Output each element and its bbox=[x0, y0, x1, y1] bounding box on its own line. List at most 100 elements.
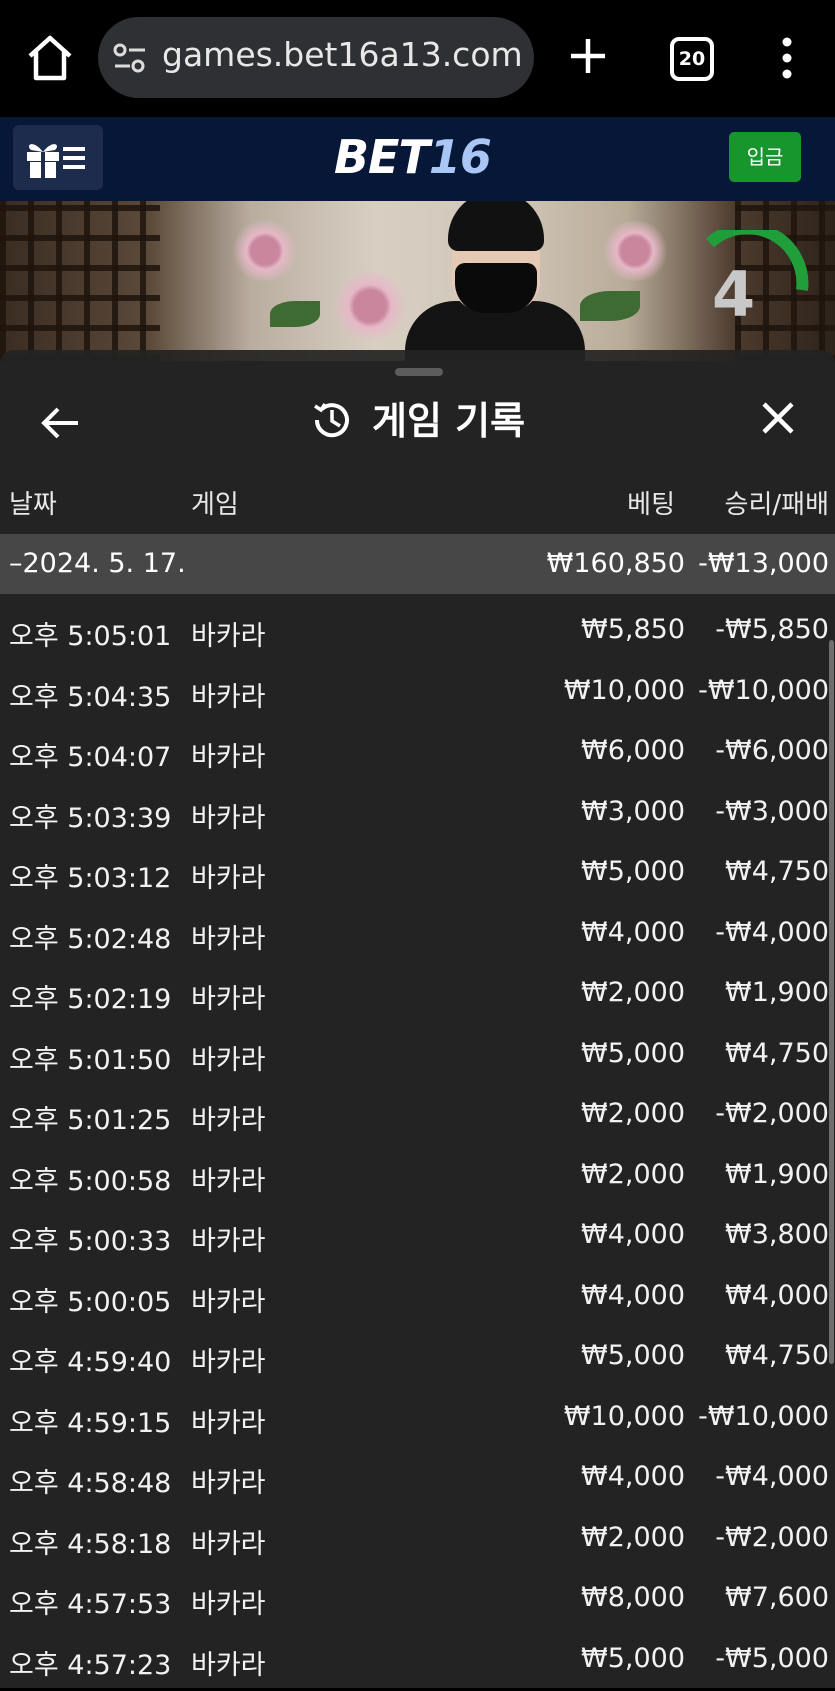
history-row[interactable]: 오후 5:04:35바카라₩10,000-₩10,000 bbox=[0, 663, 835, 724]
deposit-button[interactable]: 입금 bbox=[729, 132, 801, 182]
row-result: ₩1,900 bbox=[725, 1159, 829, 1190]
painted-leaf bbox=[580, 291, 640, 321]
day-summary-row[interactable]: –2024. 5. 17. ₩160,850 -₩13,000 bbox=[0, 534, 835, 594]
row-time: 오후 4:58:18 bbox=[9, 1522, 171, 1561]
row-game: 바카라 bbox=[191, 675, 266, 714]
row-game: 바카라 bbox=[191, 796, 266, 835]
drag-handle[interactable] bbox=[395, 368, 443, 376]
dealer-hair bbox=[448, 201, 544, 251]
row-time: 오후 4:58:48 bbox=[9, 1461, 171, 1500]
row-game: 바카라 bbox=[191, 1522, 266, 1561]
history-row[interactable]: 오후 4:59:40바카라₩5,000₩4,750 bbox=[0, 1328, 835, 1389]
row-result: ₩4,750 bbox=[725, 1038, 829, 1069]
gift-icon bbox=[27, 144, 59, 178]
column-header-bet: 베팅 bbox=[627, 484, 675, 521]
column-header-result: 승리/패배 bbox=[725, 484, 829, 521]
painted-flower bbox=[230, 221, 300, 281]
row-time: 오후 4:57:53 bbox=[9, 1582, 171, 1621]
row-bet: ₩5,000 bbox=[581, 1340, 685, 1371]
row-result: -₩10,000 bbox=[698, 675, 829, 706]
row-bet: ₩4,000 bbox=[581, 1461, 685, 1492]
row-game: 바카라 bbox=[191, 917, 266, 956]
column-header-date: 날짜 bbox=[9, 484, 57, 521]
history-row[interactable]: 오후 5:03:39바카라₩3,000-₩3,000 bbox=[0, 784, 835, 845]
row-time: 오후 5:03:12 bbox=[9, 856, 171, 895]
history-row[interactable]: 오후 5:01:25바카라₩2,000-₩2,000 bbox=[0, 1086, 835, 1147]
gift-menu-button[interactable] bbox=[13, 125, 103, 190]
history-row[interactable]: 오후 5:04:07바카라₩6,000-₩6,000 bbox=[0, 723, 835, 784]
row-time: 오후 5:00:58 bbox=[9, 1159, 171, 1198]
row-time: 오후 5:00:33 bbox=[9, 1219, 171, 1258]
browser-toolbar: games.bet16a13.com/l 20 bbox=[0, 0, 835, 117]
row-bet: ₩4,000 bbox=[581, 917, 685, 948]
site-header: BET16 입금 bbox=[0, 117, 835, 201]
row-bet: ₩2,000 bbox=[581, 1098, 685, 1129]
more-options-icon[interactable] bbox=[772, 36, 802, 80]
row-bet: ₩3,000 bbox=[581, 796, 685, 827]
history-row[interactable]: 오후 5:00:58 바카라 ₩2,000 ₩1,900 bbox=[0, 1147, 835, 1208]
row-time: 오후 4:57:23 bbox=[9, 1643, 171, 1682]
row-result: ₩7,600 bbox=[725, 1582, 829, 1613]
painted-leaf bbox=[270, 301, 320, 327]
row-time: 오후 5:04:07 bbox=[9, 735, 171, 774]
row-bet: ₩2,000 bbox=[581, 1159, 685, 1190]
row-game: 바카라 bbox=[191, 1038, 266, 1077]
tab-switcher-button[interactable]: 20 bbox=[670, 37, 714, 81]
new-tab-icon[interactable] bbox=[562, 30, 614, 82]
history-row[interactable]: 오후 5:00:05바카라₩4,000₩4,000 bbox=[0, 1268, 835, 1329]
panel-title: 게임 기록 bbox=[372, 390, 525, 445]
history-row[interactable]: 오후 4:58:18바카라₩2,000-₩2,000 bbox=[0, 1510, 835, 1571]
row-game: 바카라 bbox=[191, 977, 266, 1016]
row-bet: ₩10,000 bbox=[564, 675, 685, 706]
row-result: -₩5,000 bbox=[715, 1643, 829, 1674]
day-date: –2024. 5. 17. bbox=[9, 548, 186, 579]
home-icon[interactable] bbox=[22, 30, 78, 86]
history-row[interactable]: 오후 4:58:48바카라₩4,000-₩4,000 bbox=[0, 1449, 835, 1510]
day-total-result: -₩13,000 bbox=[698, 548, 829, 579]
back-arrow-icon[interactable] bbox=[36, 398, 86, 448]
row-game: 바카라 bbox=[191, 1643, 266, 1682]
row-result: -₩5,850 bbox=[715, 614, 829, 645]
row-game: 바카라 bbox=[191, 856, 266, 895]
row-result: -₩3,000 bbox=[715, 796, 829, 827]
scrollbar[interactable] bbox=[829, 640, 834, 1364]
row-time: 오후 5:01:25 bbox=[9, 1098, 171, 1137]
row-result: -₩4,000 bbox=[715, 917, 829, 948]
history-row[interactable]: 오후 5:01:50 바카라 ₩5,000 ₩4,750 bbox=[0, 1026, 835, 1087]
row-time: 오후 4:59:15 bbox=[9, 1401, 171, 1440]
history-row[interactable]: 오후 5:00:33바카라₩4,000₩3,800 bbox=[0, 1207, 835, 1268]
row-bet: ₩4,000 bbox=[581, 1219, 685, 1250]
painted-flower bbox=[330, 271, 410, 341]
history-list: 오후 5:05:01바카라₩5,850-₩5,850오후 5:04:35바카라₩… bbox=[0, 602, 835, 1691]
row-bet: ₩10,000 bbox=[564, 1401, 685, 1432]
row-game: 바카라 bbox=[191, 735, 266, 774]
history-row[interactable]: 오후 5:05:01바카라₩5,850-₩5,850 bbox=[0, 602, 835, 663]
history-row[interactable]: 오후 4:57:23바카라₩5,000-₩5,000 bbox=[0, 1631, 835, 1691]
close-icon[interactable] bbox=[756, 396, 800, 440]
history-icon bbox=[310, 398, 354, 442]
site-logo[interactable]: BET16 bbox=[334, 130, 491, 184]
row-bet: ₩5,000 bbox=[581, 1038, 685, 1069]
row-time: 오후 5:01:50 bbox=[9, 1038, 171, 1077]
row-result: ₩4,750 bbox=[725, 856, 829, 887]
row-game: 바카라 bbox=[191, 1098, 266, 1137]
row-time: 오후 5:05:01 bbox=[9, 614, 171, 653]
address-bar[interactable]: games.bet16a13.com/l bbox=[98, 17, 534, 98]
history-row[interactable]: 오후 5:02:19바카라₩2,000₩1,900 bbox=[0, 965, 835, 1026]
row-game: 바카라 bbox=[191, 1159, 266, 1198]
history-row[interactable]: 오후 4:57:53바카라₩8,000₩7,600 bbox=[0, 1570, 835, 1631]
row-result: ₩1,900 bbox=[725, 977, 829, 1008]
dealer-mask bbox=[455, 263, 537, 313]
betting-timer-count: 4 bbox=[712, 258, 755, 331]
row-result: -₩4,000 bbox=[715, 1461, 829, 1492]
history-row[interactable]: 오후 5:02:48바카라₩4,000-₩4,000 bbox=[0, 905, 835, 966]
hamburger-icon bbox=[63, 147, 85, 169]
row-bet: ₩8,000 bbox=[581, 1582, 685, 1613]
day-total-bet: ₩160,850 bbox=[547, 548, 685, 579]
history-row[interactable]: 오후 5:03:12바카라₩5,000₩4,750 bbox=[0, 844, 835, 905]
site-settings-icon[interactable] bbox=[112, 41, 148, 75]
url-text[interactable]: games.bet16a13.com/l bbox=[162, 35, 522, 74]
row-time: 오후 5:00:05 bbox=[9, 1280, 171, 1319]
row-result: -₩2,000 bbox=[715, 1522, 829, 1553]
history-row[interactable]: 오후 4:59:15바카라₩10,000-₩10,000 bbox=[0, 1389, 835, 1450]
